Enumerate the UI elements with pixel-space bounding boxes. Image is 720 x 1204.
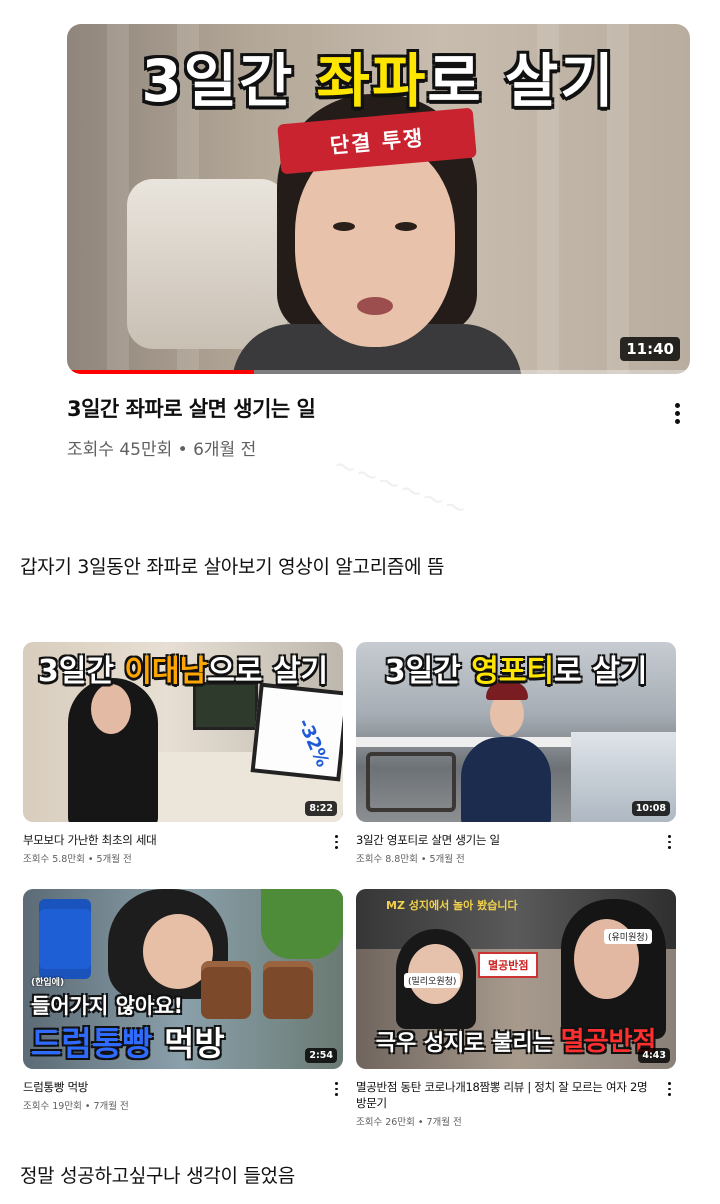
thumbnail-subtext: (한입에) [31,978,65,988]
name-tag: (유미원청) [604,929,653,944]
armchair [127,179,287,349]
main-video-info: 3일간 좌파로 살면 생기는 일 조회수 45만회 • 6개월 전 [67,393,690,460]
video-meta: 조회수 19만회 • 7개월 전 [23,1101,129,1112]
eye [395,222,417,231]
video-thumbnail[interactable]: (한입에) 들어가지 않아요! 드럼통빵 먹방 2:54 [23,889,343,1069]
duration-badge: 8:22 [305,801,337,816]
post-caption: 갑자기 3일동안 좌파로 살아보기 영상이 알고리즘에 뜸 [20,556,445,578]
video-title[interactable]: 드럼통빵 먹방 [23,1079,313,1095]
patio-chairs [366,752,456,812]
video-meta: 조회수 5.8만회 • 5개월 전 [23,854,132,865]
post-caption: 정말 성공하고싶구나 생각이 들었음 [20,1165,295,1187]
video-thumbnail[interactable]: MZ 성지에서 놀아 봤습니다 (밀리오원청) (유미원청) 멸공반점 극우 성… [356,889,676,1069]
thumbnail-headline: 극우 성지로 불리는 멸공반점 [375,1027,657,1057]
more-options-icon[interactable] [671,403,683,429]
video-thumbnail[interactable]: 3일간 영포티로 살기 10:08 [356,642,676,822]
drum-barrel [39,899,91,979]
watch-progress-bar [67,370,254,374]
monitor-chart: -32% [250,682,343,782]
name-tag: (밀리오원청) [404,973,461,988]
video-meta: 조회수 8.8만회 • 5개월 전 [356,854,465,865]
drum-bread [201,961,251,1019]
mouth [357,297,393,315]
restaurant-sign: 멸공반점 [478,952,539,978]
video-meta: 조회수 26만회 • 7개월 전 [356,1117,462,1128]
video-title[interactable]: 3일간 영포티로 살면 생기는 일 [356,832,646,848]
video-meta: 조회수 45만회 • 6개월 전 [67,440,257,460]
drum-bread [263,961,313,1019]
duration-badge: 11:40 [620,337,680,361]
thumbnail-headline: 3일간 이대남으로 살기 [37,654,329,689]
more-options-icon[interactable] [666,1082,672,1097]
more-options-icon[interactable] [333,835,339,850]
main-video-thumbnail[interactable]: 단결 투쟁 3일간 좌파로 살기 11:40 [67,24,690,374]
person [461,737,551,822]
video-thumbnail[interactable]: -32% 3일간 이대남으로 살기 8:22 [23,642,343,822]
eye [333,222,355,231]
video-title[interactable]: 3일간 좌파로 살면 생기는 일 [67,393,690,423]
thumbnail-headline: 3일간 영포티로 살기 [384,654,648,689]
duration-badge: 4:43 [638,1048,670,1063]
duration-badge: 2:54 [305,1048,337,1063]
thumbnail-headline: 3일간 좌파로 살기 [141,47,616,115]
person-face [295,142,455,347]
more-options-icon[interactable] [666,835,672,850]
duration-badge: 10:08 [631,801,670,816]
balcony-rail [356,737,571,747]
thumbnail-top-text: MZ 성지에서 놀아 봤습니다 [386,899,518,912]
watch-progress-track [67,370,690,374]
more-options-icon[interactable] [333,1082,339,1097]
thumbnail-headline-line2: 드럼통빵 먹방 [31,1024,225,1063]
plants [261,889,343,959]
video-title[interactable]: 부모보다 가난한 최초의 세대 [23,832,313,848]
chart-percent: -32% [293,715,334,771]
video-title[interactable]: 멸공반점 동탄 코로나개18짬뽕 리뷰 | 정치 잘 모르는 여자 2명 방문기 [356,1079,652,1111]
thumbnail-headline-line1: 들어가지 않아요! [31,994,184,1018]
person-face [91,684,131,734]
